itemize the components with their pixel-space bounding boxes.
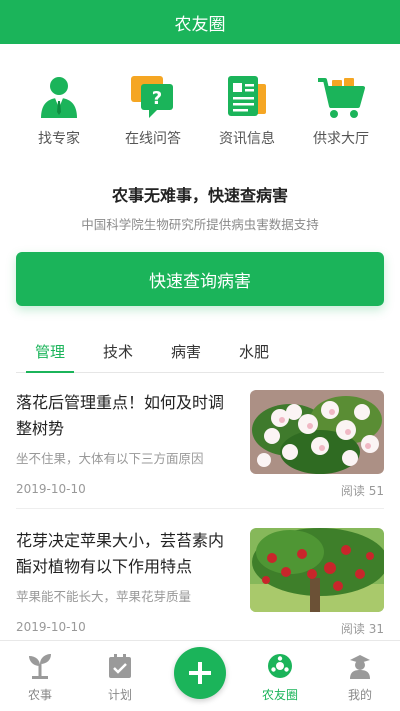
quick-action-label: 找专家: [38, 131, 80, 147]
nav-label: 计划: [107, 688, 132, 702]
quick-actions: 找专家 ? 在线问答 资讯信息 供求大厅: [0, 74, 400, 148]
article-title: 落花后管理重点！如何及时调整树势: [16, 393, 225, 438]
article-card[interactable]: 落花后管理重点！如何及时调整树势 坐不住果，大体有以下三方面原因 2019-10…: [16, 390, 384, 509]
article-summary: 坐不住果，大体有以下三方面原因: [16, 451, 204, 466]
expert-icon: [34, 74, 84, 120]
nav-label: 农友圈: [261, 688, 298, 702]
article-thumbnail-apple-tree: [250, 528, 384, 612]
category-tabs: 管理 技术 病害 水肥: [16, 338, 384, 373]
quick-action-label: 在线问答: [125, 131, 181, 147]
top-bar: 农友圈: [0, 0, 400, 44]
article-thumbnail-blossoms: [250, 390, 384, 474]
tab-water-fertilizer[interactable]: 水肥: [220, 338, 288, 372]
qa-icon: ?: [128, 74, 178, 120]
calendar-icon: [105, 651, 135, 681]
quick-action-news[interactable]: 资讯信息: [205, 74, 289, 148]
article-date: 2019-10-10: [16, 620, 86, 634]
nav-farming[interactable]: 农事: [0, 641, 80, 711]
article-read-count: 阅读 51: [340, 484, 384, 498]
quick-action-qa[interactable]: ? 在线问答: [111, 74, 195, 148]
tab-management[interactable]: 管理: [16, 338, 84, 373]
article-read-count: 阅读 31: [340, 622, 384, 636]
nav-community[interactable]: 农友圈: [240, 641, 320, 711]
article-title: 花芽决定苹果大小，芸苔素内酯对植物有以下作用特点: [16, 531, 225, 576]
add-icon: [174, 647, 226, 699]
quick-action-label: 供求大厅: [313, 131, 369, 147]
nav-label: 农事: [27, 688, 52, 702]
tab-technology[interactable]: 技术: [84, 338, 152, 372]
article-date: 2019-10-10: [16, 482, 86, 496]
nav-plan[interactable]: 计划: [80, 641, 160, 711]
page-title: 农友圈: [174, 14, 226, 35]
sprout-icon: [25, 651, 55, 681]
article-summary: 苹果能不能长大，苹果花芽质量: [16, 589, 192, 604]
quick-action-market[interactable]: 供求大厅: [299, 74, 383, 148]
promo-subtitle: 中国科学院生物研究所提供病虫害数据支持: [81, 217, 319, 232]
community-icon: [265, 651, 295, 681]
svg-text:?: ?: [152, 88, 162, 109]
bottom-nav: 农事 计划 农友圈 我的: [0, 640, 400, 711]
article-card[interactable]: 花芽决定苹果大小，芸苔素内酯对植物有以下作用特点 苹果能不能长大，苹果花芽质量 …: [16, 528, 384, 647]
quick-action-label: 资讯信息: [219, 131, 275, 147]
nav-label: 我的: [347, 688, 372, 702]
tab-disease[interactable]: 病害: [152, 338, 220, 372]
promo-title: 农事无难事，快速查病害: [111, 186, 288, 205]
cart-icon: [316, 74, 366, 120]
profile-icon: [345, 651, 375, 681]
news-icon: [222, 74, 272, 120]
nav-profile[interactable]: 我的: [320, 641, 400, 711]
nav-add[interactable]: [160, 641, 240, 711]
quick-action-expert[interactable]: 找专家: [17, 74, 101, 148]
quick-diagnose-button[interactable]: 快速查询病害: [16, 252, 384, 306]
